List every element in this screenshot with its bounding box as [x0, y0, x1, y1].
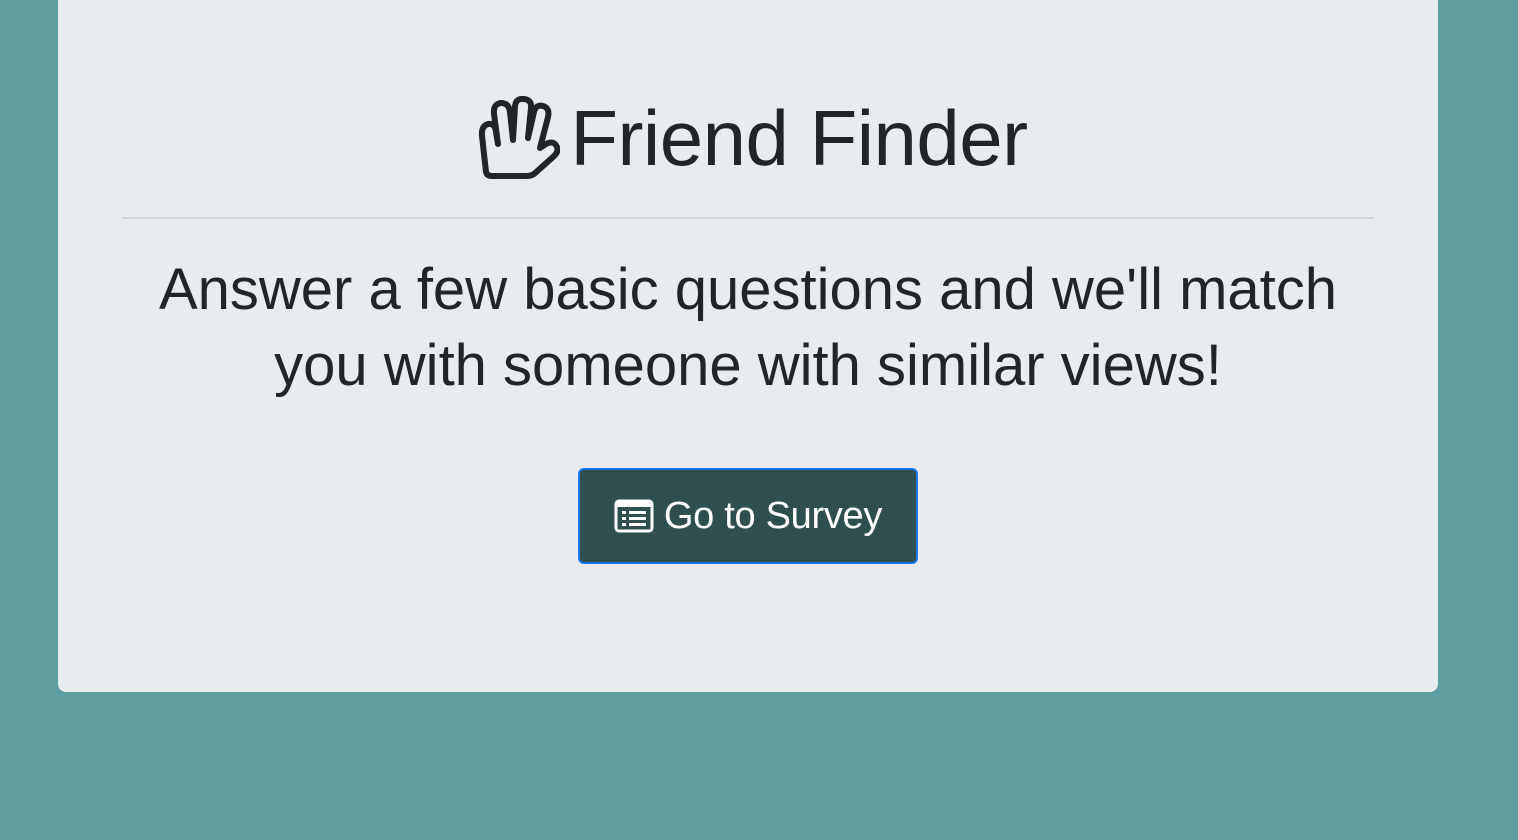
go-to-survey-label: Go to Survey — [663, 494, 883, 537]
jumbotron-panel: Friend Finder Answer a few basic questio… — [58, 0, 1438, 692]
go-to-survey-button[interactable]: Go to Survey — [578, 468, 918, 564]
page-title: Friend Finder — [570, 94, 1028, 182]
list-alt-icon — [614, 499, 654, 533]
title-row: Friend Finder — [58, 94, 1438, 182]
vulcan-salute-hand-icon — [468, 95, 561, 180]
lead-text: Answer a few basic questions and we'll m… — [158, 257, 1338, 398]
title-divider — [122, 217, 1374, 219]
